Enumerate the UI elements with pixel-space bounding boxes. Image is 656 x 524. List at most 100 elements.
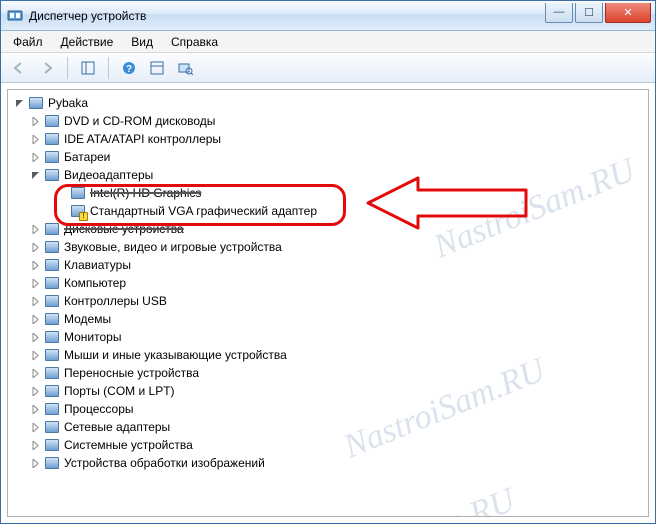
menu-help[interactable]: Справка: [163, 33, 226, 51]
warning-badge-icon: !: [79, 212, 88, 221]
tree-node-label: Системные устройства: [64, 436, 193, 454]
display-icon: !: [70, 203, 86, 219]
expand-icon[interactable]: [28, 150, 42, 164]
tree-node[interactable]: Мониторы: [10, 328, 646, 346]
expand-icon[interactable]: [28, 456, 42, 470]
system-icon: [44, 437, 60, 453]
window-title: Диспетчер устройств: [29, 9, 545, 23]
tree-node-label: IDE ATA/ATAPI контроллеры: [64, 130, 221, 148]
tree-node[interactable]: Мыши и иные указывающие устройства: [10, 346, 646, 364]
tree-node[interactable]: Дисковые устройства: [10, 220, 646, 238]
svg-text:?: ?: [126, 64, 132, 75]
sound-icon: [44, 239, 60, 255]
controller-icon: [44, 131, 60, 147]
tree-node[interactable]: DVD и CD-ROM дисководы: [10, 112, 646, 130]
expand-icon[interactable]: [28, 402, 42, 416]
tree-node-label: Мыши и иные указывающие устройства: [64, 346, 287, 364]
forward-button[interactable]: [35, 56, 59, 80]
tree-node-label: Сетевые адаптеры: [64, 418, 170, 436]
tree-node-label: Переносные устройства: [64, 364, 199, 382]
expand-icon[interactable]: [28, 420, 42, 434]
tree-node[interactable]: Контроллеры USB: [10, 292, 646, 310]
device-manager-window: Диспетчер устройств — ☐ ✕ Файл Действие …: [0, 0, 656, 524]
port-icon: [44, 383, 60, 399]
computer-icon: [28, 95, 44, 111]
modem-icon: [44, 311, 60, 327]
scan-button[interactable]: [173, 56, 197, 80]
expand-icon[interactable]: [28, 348, 42, 362]
tree-node[interactable]: IDE ATA/ATAPI контроллеры: [10, 130, 646, 148]
tree-node[interactable]: Порты (COM и LPT): [10, 382, 646, 400]
menu-file[interactable]: Файл: [5, 33, 51, 51]
disk-icon: [44, 221, 60, 237]
tree-node[interactable]: Процессоры: [10, 400, 646, 418]
tree-node[interactable]: Клавиатуры: [10, 256, 646, 274]
tree-node-label: Порты (COM и LPT): [64, 382, 175, 400]
expand-icon[interactable]: [28, 258, 42, 272]
properties-button[interactable]: [145, 56, 169, 80]
tree-node-label: Pybaka: [48, 94, 88, 112]
display-icon: [44, 167, 60, 183]
tree-node[interactable]: Модемы: [10, 310, 646, 328]
expand-icon[interactable]: [28, 240, 42, 254]
display-icon: [70, 185, 86, 201]
tree-node[interactable]: Устройства обработки изображений: [10, 454, 646, 472]
collapse-icon[interactable]: [12, 96, 26, 110]
tree-node[interactable]: Pybaka: [10, 94, 646, 112]
tree-node[interactable]: Системные устройства: [10, 436, 646, 454]
mouse-icon: [44, 347, 60, 363]
expand-icon[interactable]: [28, 438, 42, 452]
expand-icon[interactable]: [28, 312, 42, 326]
tree-node[interactable]: Звуковые, видео и игровые устройства: [10, 238, 646, 256]
network-icon: [44, 419, 60, 435]
menu-view[interactable]: Вид: [123, 33, 161, 51]
close-button[interactable]: ✕: [605, 3, 651, 23]
tree-node-label: Звуковые, видео и игровые устройства: [64, 238, 282, 256]
expand-icon[interactable]: [28, 384, 42, 398]
computer-icon: [44, 275, 60, 291]
expand-icon[interactable]: [28, 330, 42, 344]
tree-node-label: Компьютер: [64, 274, 126, 292]
menu-action[interactable]: Действие: [53, 33, 122, 51]
tree-node[interactable]: Переносные устройства: [10, 364, 646, 382]
device-tree[interactable]: PybakaDVD и CD-ROM дисководыIDE ATA/ATAP…: [8, 90, 648, 476]
tree-node-label: Стандартный VGA графический адаптер: [90, 202, 317, 220]
expand-icon[interactable]: [28, 114, 42, 128]
toolbar: ?: [1, 53, 655, 83]
usb-icon: [44, 293, 60, 309]
expand-icon[interactable]: [28, 366, 42, 380]
tree-node[interactable]: Компьютер: [10, 274, 646, 292]
tree-node-label: Intel(R) HD Graphics: [90, 184, 201, 202]
tree-node[interactable]: Intel(R) HD Graphics: [10, 184, 646, 202]
help-button[interactable]: ?: [117, 56, 141, 80]
minimize-button[interactable]: —: [545, 3, 573, 23]
expand-icon[interactable]: [28, 222, 42, 236]
titlebar: Диспетчер устройств — ☐ ✕: [1, 1, 655, 31]
tree-node[interactable]: Батареи: [10, 148, 646, 166]
menu-bar: Файл Действие Вид Справка: [1, 31, 655, 53]
app-icon: [7, 8, 23, 24]
tree-node-label: Контроллеры USB: [64, 292, 167, 310]
tree-node-label: Процессоры: [64, 400, 134, 418]
tree-node[interactable]: Сетевые адаптеры: [10, 418, 646, 436]
toolbar-separator: [67, 57, 68, 79]
maximize-button[interactable]: ☐: [575, 3, 603, 23]
expand-icon[interactable]: [28, 294, 42, 308]
tree-node[interactable]: !Стандартный VGA графический адаптер: [10, 202, 646, 220]
monitor-icon: [44, 329, 60, 345]
back-button[interactable]: [7, 56, 31, 80]
cpu-icon: [44, 401, 60, 417]
device-tree-panel: PybakaDVD и CD-ROM дисководыIDE ATA/ATAP…: [7, 89, 649, 517]
toolbar-separator: [108, 57, 109, 79]
tree-node-label: Видеоадаптеры: [64, 166, 153, 184]
expand-icon[interactable]: [28, 132, 42, 146]
tree-node[interactable]: Видеоадаптеры: [10, 166, 646, 184]
tree-node-label: Устройства обработки изображений: [64, 454, 265, 472]
tree-node-label: Батареи: [64, 148, 110, 166]
watermark: NastroiSam.RU: [309, 481, 521, 517]
showhide-button[interactable]: [76, 56, 100, 80]
portable-icon: [44, 365, 60, 381]
tree-node-label: Модемы: [64, 310, 111, 328]
collapse-icon[interactable]: [28, 168, 42, 182]
expand-icon[interactable]: [28, 276, 42, 290]
